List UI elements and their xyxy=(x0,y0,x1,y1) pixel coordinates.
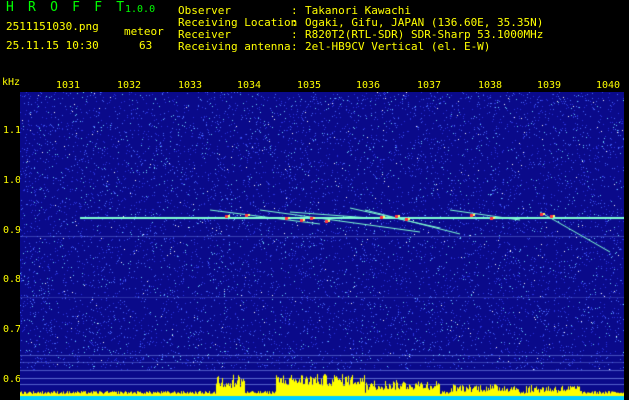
header-panel: H R O F F T 1.0.0 2511151030.png meteor … xyxy=(0,0,629,78)
x-tick: 1040 xyxy=(596,80,621,91)
antenna-value: 2el-HB9CV Vertical (el. E-W) xyxy=(305,40,491,53)
y-tick: 0.7 xyxy=(3,324,22,335)
spectrogram-plot xyxy=(20,92,624,400)
x-tick: 1037 xyxy=(417,80,442,91)
x-tick: 1039 xyxy=(537,80,562,91)
y-tick: 0.8 xyxy=(3,274,22,285)
antenna-colon: : xyxy=(291,40,298,53)
unit-label: kHz xyxy=(2,77,21,88)
timestamp: 25.11.15 10:30 xyxy=(6,39,99,52)
y-tick: 0.6 xyxy=(3,374,22,385)
meteor-count: 63 xyxy=(139,39,153,52)
x-tick: 1034 xyxy=(237,80,262,91)
y-tick: 1.0 xyxy=(3,175,22,186)
file-name: 2511151030.png xyxy=(6,20,99,33)
antenna-key: Receiving antenna xyxy=(178,40,291,53)
y-tick: 0.9 xyxy=(3,225,22,236)
x-tick: 1031 xyxy=(56,80,81,91)
meteor-label: meteor xyxy=(124,25,164,38)
app-title: H R O F F T xyxy=(6,0,128,15)
x-tick: 1035 xyxy=(297,80,322,91)
app-version: 1.0.0 xyxy=(125,4,156,15)
x-tick: 1036 xyxy=(356,80,381,91)
x-tick: 1033 xyxy=(178,80,203,91)
y-tick: 1.1 xyxy=(3,125,22,136)
x-tick: 1038 xyxy=(478,80,503,91)
x-tick: 1032 xyxy=(117,80,142,91)
